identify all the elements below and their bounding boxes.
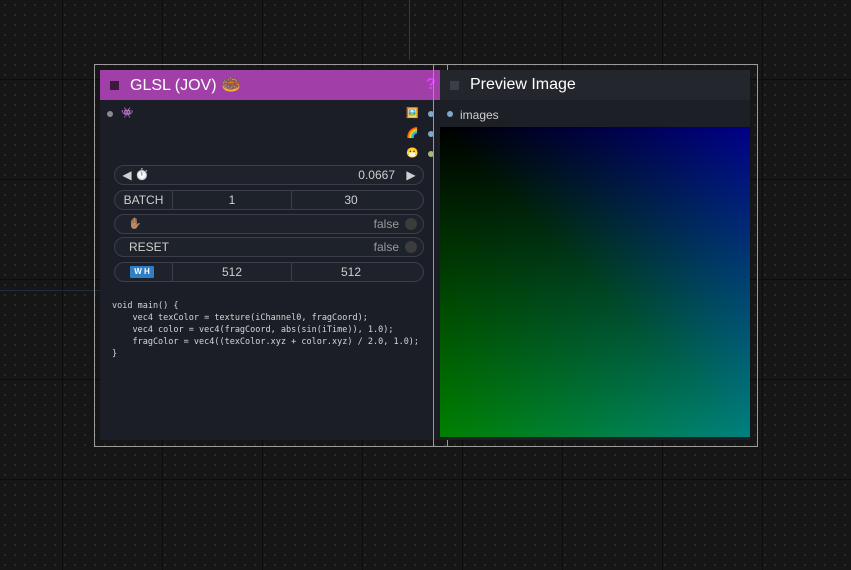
wait-value: false [373, 217, 399, 231]
link-wire [0, 290, 100, 291]
reset-toggle[interactable]: RESET false [114, 237, 424, 257]
input-slot-dot[interactable] [107, 111, 113, 117]
batch-label: BATCH [123, 193, 164, 207]
stopwatch-icon: ⏱️ [135, 169, 149, 181]
glsl-node[interactable]: GLSL (JOV) 🍩 ? 👾 🖼️ 🌈 😷 ◀ ⏱️ 0.0667 ▶ BA… [100, 70, 440, 440]
image-output-icon: 🖼️ [406, 108, 419, 119]
node-title: Preview Image [470, 76, 576, 93]
wh-icon: W H [130, 266, 154, 278]
input-invader-icon: 👾 [121, 108, 134, 119]
node-title: GLSL (JOV) 🍩 [130, 77, 241, 94]
input-slot-images[interactable] [447, 111, 453, 117]
link-wire [409, 0, 410, 60]
mask-output-icon: 😷 [406, 148, 419, 159]
batch-fps-field[interactable]: 30 [292, 191, 410, 209]
increment-arrow-icon[interactable]: ▶ [405, 166, 417, 184]
input-label: images [460, 108, 499, 122]
collapse-toggle[interactable] [110, 80, 119, 90]
shader-code-editor[interactable]: void main() { vec4 texColor = texture(iC… [112, 300, 432, 440]
batch-count-field[interactable]: 1 [173, 191, 291, 209]
preview-image [440, 127, 750, 437]
time-value[interactable]: 0.0667 [345, 166, 395, 184]
node-title-bar[interactable]: Preview Image [440, 70, 750, 100]
width-field[interactable]: 512 [173, 263, 291, 281]
decrement-arrow-icon[interactable]: ◀ [121, 166, 133, 184]
wh-widget[interactable]: W H 512 512 [114, 262, 424, 282]
toggle-knob[interactable] [405, 241, 417, 253]
hand-icon: ✋🏽 [128, 218, 142, 230]
batch-widget[interactable]: BATCH 1 30 [114, 190, 424, 210]
time-widget[interactable]: ◀ ⏱️ 0.0667 ▶ [114, 165, 424, 185]
toggle-knob[interactable] [405, 218, 417, 230]
reset-value: false [373, 240, 399, 254]
collapse-toggle[interactable] [450, 80, 459, 90]
wait-toggle[interactable]: ✋🏽 false [114, 214, 424, 234]
reset-label: RESET [129, 240, 170, 254]
rgb-output-icon: 🌈 [406, 128, 419, 139]
node-title-bar[interactable]: GLSL (JOV) 🍩 [100, 70, 440, 100]
height-field[interactable]: 512 [292, 263, 410, 281]
